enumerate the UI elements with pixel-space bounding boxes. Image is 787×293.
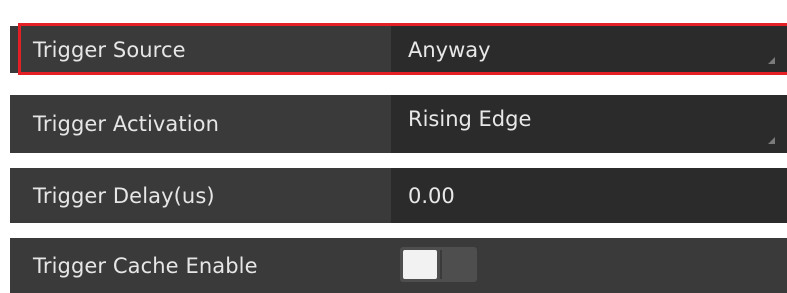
toggle-knob: [403, 250, 437, 279]
dropdown-corner-icon: [768, 137, 775, 144]
trigger-delay-label: Trigger Delay(us): [33, 183, 215, 208]
trigger-cache-enable-label: Trigger Cache Enable: [33, 253, 258, 278]
trigger-activation-value: Rising Edge: [408, 107, 532, 131]
dropdown-corner-icon: [768, 57, 775, 64]
trigger-source-dropdown[interactable]: Anyway: [391, 26, 787, 73]
trigger-activation-label: Trigger Activation: [33, 112, 220, 136]
property-row-trigger-cache-enable: Trigger Cache Enable: [10, 238, 787, 293]
trigger-source-value: Anyway: [408, 37, 491, 62]
trigger-source-label: Trigger Source: [33, 37, 186, 62]
property-row-trigger-source: Trigger Source Anyway: [10, 26, 787, 73]
property-row-trigger-delay: Trigger Delay(us) 0.00: [10, 168, 787, 223]
toggle-divider: [440, 250, 442, 279]
trigger-delay-input[interactable]: 0.00: [391, 168, 787, 223]
property-row-trigger-activation: Trigger Activation Rising Edge: [10, 95, 787, 153]
trigger-delay-value: 0.00: [408, 183, 455, 208]
trigger-activation-dropdown[interactable]: Rising Edge: [391, 95, 787, 153]
trigger-properties-panel: Trigger Source Anyway Trigger Activation…: [0, 0, 787, 293]
trigger-cache-enable-toggle[interactable]: [400, 247, 477, 282]
